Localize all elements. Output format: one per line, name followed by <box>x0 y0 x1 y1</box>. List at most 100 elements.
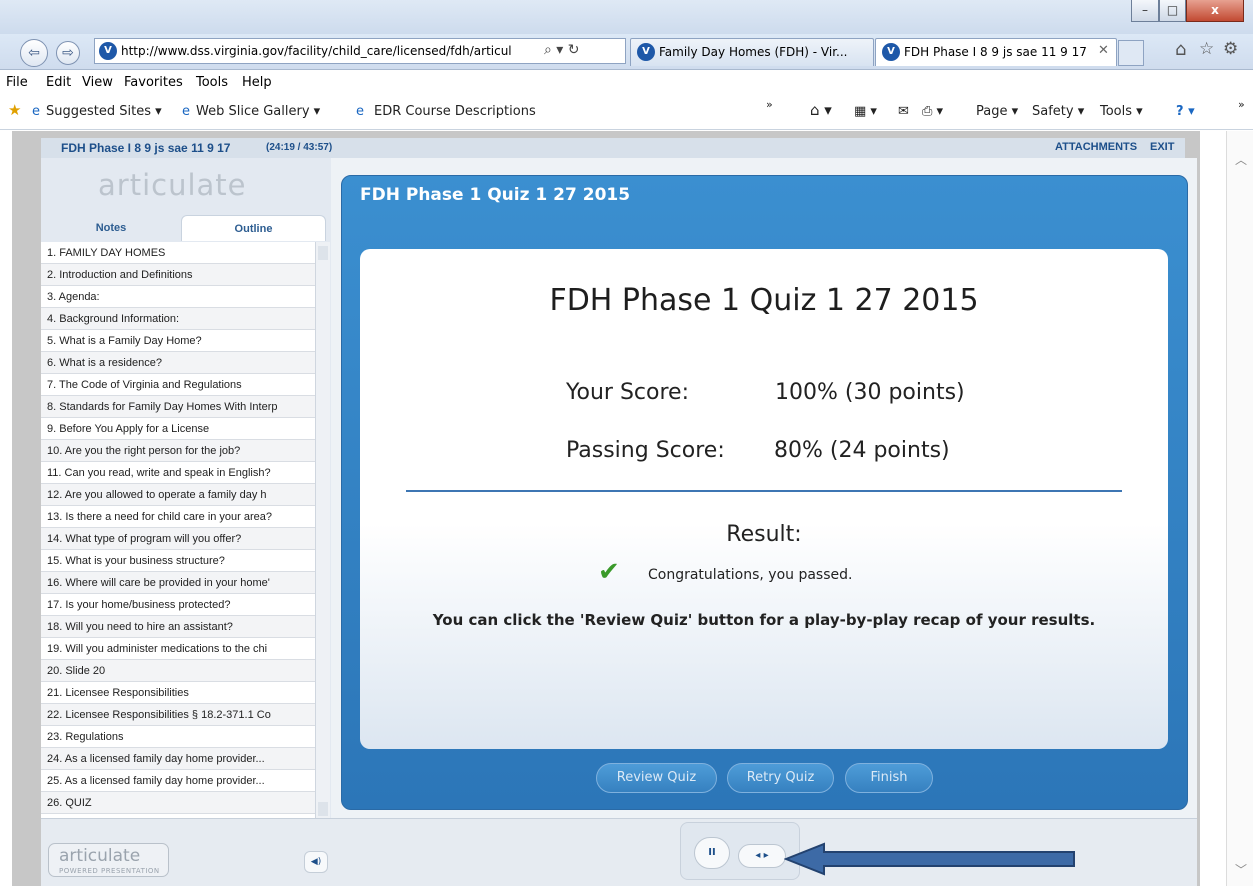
safety-menu[interactable]: Safety ▾ <box>1032 104 1084 119</box>
favorites-star-icon[interactable]: ☆ <box>1199 39 1214 59</box>
tab-favicon-icon: V <box>882 43 900 61</box>
outline-item[interactable]: 11. Can you read, write and speak in Eng… <box>41 462 315 484</box>
menu-tools[interactable]: Tools <box>196 75 228 90</box>
outline-item[interactable]: 6. What is a residence? <box>41 352 315 374</box>
prev-next-buttons[interactable]: ◂ ▸ <box>738 844 786 868</box>
forward-arrow-icon[interactable]: ⇨ <box>56 41 80 65</box>
chevron-overflow-icon[interactable]: » <box>766 98 773 111</box>
help-icon[interactable]: ? ▾ <box>1176 104 1195 119</box>
outline-item[interactable]: 10. Are you the right person for the job… <box>41 440 315 462</box>
volume-button[interactable]: ◀) <box>304 851 328 873</box>
window-titlebar <box>0 0 1253 34</box>
your-score-value: 100% (30 points) <box>775 380 965 405</box>
outline-item[interactable]: 15. What is your business structure? <box>41 550 315 572</box>
mail-icon[interactable]: ✉ <box>898 104 909 119</box>
ie-page-icon: e <box>356 104 364 119</box>
page-menu[interactable]: Page ▾ <box>976 104 1018 119</box>
annotation-arrow-icon <box>784 842 1075 876</box>
ie-page-icon: e <box>182 104 190 119</box>
close-window-button[interactable]: x <box>1186 0 1244 22</box>
menu-favorites[interactable]: Favorites <box>124 75 183 90</box>
outline-item[interactable]: 18. Will you need to hire an assistant? <box>41 616 315 638</box>
tab-outline[interactable]: Outline <box>181 215 326 241</box>
fav-suggested-sites[interactable]: Suggested Sites ▾ <box>46 104 162 119</box>
outline-item[interactable]: 3. Agenda: <box>41 286 315 308</box>
tab-fdh-phase[interactable]: FDH Phase I 8 9 js sae 11 9 17 <box>875 38 1117 66</box>
elapsed-time: (24:19 / 43:57) <box>266 142 333 153</box>
fav-web-slice-gallery[interactable]: Web Slice Gallery ▾ <box>196 104 320 119</box>
menu-edit[interactable]: Edit <box>46 75 71 90</box>
back-arrow-icon[interactable]: ⇦ <box>20 39 48 67</box>
passing-score-value: 80% (24 points) <box>774 438 950 463</box>
retry-quiz-button[interactable]: Retry Quiz <box>727 763 834 793</box>
ie-page-icon: e <box>32 104 40 119</box>
outline-item[interactable]: 20. Slide 20 <box>41 660 315 682</box>
tab-favicon-icon: V <box>637 43 655 61</box>
scroll-up-icon[interactable] <box>318 246 328 260</box>
tab-label: Family Day Homes (FDH) - Vir... <box>659 45 848 59</box>
feeds-icon[interactable]: ▦ ▾ <box>854 104 877 119</box>
outline-item[interactable]: 7. The Code of Virginia and Regulations <box>41 374 315 396</box>
outline-item[interactable]: 23. Regulations <box>41 726 315 748</box>
outline-item[interactable]: 22. Licensee Responsibilities § 18.2-371… <box>41 704 315 726</box>
fav-edr-course-descriptions[interactable]: EDR Course Descriptions <box>374 104 536 119</box>
maximize-button[interactable]: □ <box>1159 0 1186 22</box>
outline-item[interactable]: 16. Where will care be provided in your … <box>41 572 315 594</box>
outline-item[interactable]: 2. Introduction and Definitions <box>41 264 315 286</box>
outline-item[interactable]: 14. What type of program will you offer? <box>41 528 315 550</box>
url-text: http://www.dss.virginia.gov/facility/chi… <box>121 44 512 58</box>
your-score-label: Your Score: <box>566 380 689 405</box>
review-message: You can click the 'Review Quiz' button f… <box>432 611 1096 629</box>
outline-item[interactable]: 13. Is there a need for child care in yo… <box>41 506 315 528</box>
checkmark-icon: ✔ <box>598 557 620 587</box>
scroll-down-icon[interactable]: ﹀ <box>1235 861 1247 878</box>
minimize-button[interactable]: – <box>1131 0 1159 22</box>
pause-button[interactable]: II <box>694 837 730 869</box>
print-icon[interactable]: ⎙ ▾ <box>922 104 943 119</box>
finish-button[interactable]: Finish <box>845 763 933 793</box>
attachments-link[interactable]: ATTACHMENTS <box>1055 141 1137 153</box>
articulate-logo: articulate <box>98 168 247 202</box>
tab-family-day-homes[interactable]: Family Day Homes (FDH) - Vir... <box>630 38 874 66</box>
outline-item[interactable]: 17. Is your home/business protected? <box>41 594 315 616</box>
outline-item[interactable]: 9. Before You Apply for a License <box>41 418 315 440</box>
tab-notes[interactable]: Notes <box>41 215 181 241</box>
logo-text: articulate <box>59 846 141 866</box>
outline-item[interactable]: 21. Licensee Responsibilities <box>41 682 315 704</box>
outline-item[interactable]: 19. Will you administer medications to t… <box>41 638 315 660</box>
outline-item[interactable]: 4. Background Information: <box>41 308 315 330</box>
quiz-title: FDH Phase 1 Quiz 1 27 2015 <box>549 283 979 318</box>
close-tab-icon[interactable]: ✕ <box>1098 43 1109 58</box>
home-icon[interactable]: ⌂ <box>1175 39 1186 60</box>
page-scrollbar[interactable]: ︿ ﹀ <box>1226 131 1253 886</box>
outline-item[interactable]: 24. As a licensed family day home provid… <box>41 748 315 770</box>
divider <box>406 490 1122 492</box>
favorites-star-icon[interactable]: ★ <box>8 101 21 119</box>
favorites-bar: ★ e Suggested Sites ▾ e Web Slice Galler… <box>0 96 1253 130</box>
outline-item[interactable]: 5. What is a Family Day Home? <box>41 330 315 352</box>
exit-link[interactable]: EXIT <box>1150 141 1174 153</box>
outline-scrollbar[interactable] <box>315 242 330 820</box>
review-quiz-button[interactable]: Review Quiz <box>596 763 717 793</box>
menu-file[interactable]: File <box>6 75 28 90</box>
gear-icon[interactable]: ⚙ <box>1223 39 1238 59</box>
search-icon[interactable]: ⌕ ▾ ↻ <box>540 42 584 58</box>
scroll-down-icon[interactable] <box>318 802 328 816</box>
scroll-up-icon[interactable]: ︿ <box>1235 151 1247 168</box>
result-card <box>360 249 1168 749</box>
outline-item[interactable]: 12. Are you allowed to operate a family … <box>41 484 315 506</box>
result-label: Result: <box>726 522 802 547</box>
chevron-overflow-icon[interactable]: » <box>1238 98 1245 111</box>
home-icon[interactable]: ⌂ ▾ <box>810 101 832 119</box>
outline-item[interactable]: 25. As a licensed family day home provid… <box>41 770 315 792</box>
new-tab-button[interactable] <box>1118 40 1144 66</box>
quiz-header: FDH Phase 1 Quiz 1 27 2015 <box>360 185 631 205</box>
passing-score-label: Passing Score: <box>566 438 725 463</box>
outline-item[interactable]: 1. FAMILY DAY HOMES <box>41 242 315 264</box>
logo-subtext: POWERED PRESENTATION <box>59 867 160 875</box>
outline-item[interactable]: 8. Standards for Family Day Homes With I… <box>41 396 315 418</box>
menu-help[interactable]: Help <box>242 75 272 90</box>
tools-menu[interactable]: Tools ▾ <box>1100 104 1143 119</box>
menu-view[interactable]: View <box>82 75 113 90</box>
outline-item[interactable]: 26. QUIZ <box>41 792 315 814</box>
